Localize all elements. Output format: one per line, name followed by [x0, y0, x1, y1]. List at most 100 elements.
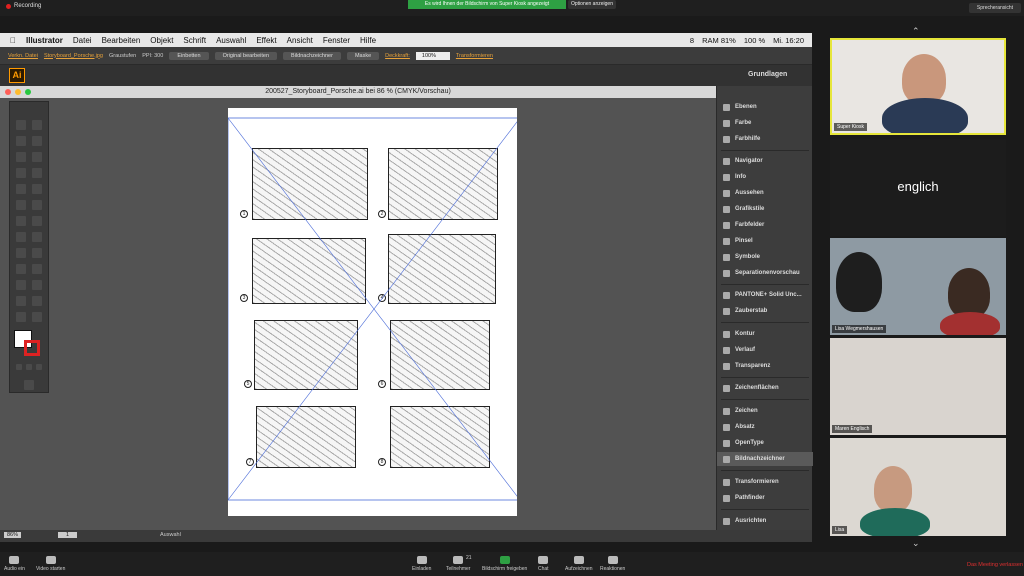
- video-button[interactable]: Video starten: [36, 556, 65, 572]
- panel-layers[interactable]: Ebenen: [717, 100, 813, 114]
- selection-tool-icon[interactable]: [16, 120, 26, 130]
- image-trace-button[interactable]: Bildnachzeichner: [283, 51, 341, 60]
- artboard[interactable]: 1 2 3 4 5 6 7 8: [228, 108, 517, 516]
- audio-button[interactable]: Audio ein: [4, 556, 25, 572]
- rectangle-tool-icon[interactable]: [32, 168, 42, 178]
- share-screen-button[interactable]: Bildschirm freigeben: [482, 556, 527, 572]
- panel-color[interactable]: Farbe: [717, 116, 813, 130]
- panel-transparency[interactable]: Transparenz: [717, 359, 813, 373]
- width-tool-icon[interactable]: [16, 216, 26, 226]
- screen-mode-icon[interactable]: [24, 380, 34, 390]
- panel-character[interactable]: Zeichen: [717, 404, 813, 418]
- scroll-up-chevron-icon[interactable]: ⌃: [912, 26, 920, 37]
- paintbrush-tool-icon[interactable]: [16, 184, 26, 194]
- hand-tool-icon[interactable]: [16, 312, 26, 322]
- shape-builder-tool-icon[interactable]: [16, 232, 26, 242]
- opacity-input[interactable]: 100%: [415, 51, 450, 60]
- gradient-mode-icon[interactable]: [26, 364, 32, 370]
- free-transform-tool-icon[interactable]: [32, 216, 42, 226]
- reactions-button[interactable]: Reaktionen: [600, 556, 625, 572]
- invite-button[interactable]: Einladen: [412, 556, 431, 572]
- participant-tile[interactable]: englich: [830, 139, 1006, 236]
- close-window-icon[interactable]: [5, 89, 11, 95]
- document-tab[interactable]: 200527_Storyboard_Porsche.ai bei 86 % (C…: [0, 86, 716, 98]
- panel-brushes[interactable]: Pinsel: [717, 234, 813, 248]
- panel-pantone[interactable]: PANTONE+ Solid Unc...: [717, 288, 813, 302]
- status-battery[interactable]: 100 %: [744, 36, 765, 45]
- menu-bearbeiten[interactable]: Bearbeiten: [102, 36, 141, 45]
- menu-schrift[interactable]: Schrift: [183, 36, 206, 45]
- scroll-down-chevron-icon[interactable]: ⌄: [912, 538, 920, 549]
- panel-paragraph[interactable]: Absatz: [717, 420, 813, 434]
- none-mode-icon[interactable]: [36, 364, 42, 370]
- panel-symbols[interactable]: Symbole: [717, 250, 813, 264]
- panel-magic-wand[interactable]: Zauberstab: [717, 304, 813, 318]
- panel-separations[interactable]: Separationenvorschau: [717, 266, 813, 280]
- panel-artboards[interactable]: Zeichenflächen: [717, 381, 813, 395]
- panel-opentype[interactable]: OpenType: [717, 436, 813, 450]
- minimize-window-icon[interactable]: [15, 89, 21, 95]
- zoom-level-select[interactable]: 86%: [4, 532, 22, 538]
- mask-button[interactable]: Maske: [346, 51, 380, 60]
- view-options-button[interactable]: Optionen anzeigen: [568, 0, 616, 9]
- eyedropper-tool-icon[interactable]: [16, 264, 26, 274]
- menu-objekt[interactable]: Objekt: [150, 36, 173, 45]
- participant-tile[interactable]: Super Kiosk: [830, 38, 1006, 135]
- stroke-swatch[interactable]: [24, 340, 40, 356]
- canvas-area[interactable]: 1 2 3 4 5 6 7 8: [0, 98, 716, 530]
- panel-navigator[interactable]: Navigator: [717, 154, 813, 168]
- perspective-tool-icon[interactable]: [32, 232, 42, 242]
- panel-graphic-styles[interactable]: Grafikstile: [717, 202, 813, 216]
- linked-file-link[interactable]: Verkn. Datei: [8, 53, 38, 59]
- apple-icon[interactable]: : [10, 36, 16, 45]
- menu-ansicht[interactable]: Ansicht: [287, 36, 313, 45]
- participant-tile[interactable]: Lisa Wegmershausen: [830, 238, 1006, 335]
- panel-stroke[interactable]: Kontur: [717, 327, 813, 341]
- embed-button[interactable]: Einbetten: [169, 51, 209, 60]
- mesh-tool-icon[interactable]: [16, 248, 26, 258]
- artboard-number-input[interactable]: 1: [58, 532, 78, 538]
- magic-wand-tool-icon[interactable]: [16, 136, 26, 146]
- status-ram[interactable]: RAM 81%: [702, 36, 736, 45]
- selection-bounding-box[interactable]: [228, 108, 517, 516]
- artboard-tool-icon[interactable]: [16, 296, 26, 306]
- pen-tool-icon[interactable]: [16, 152, 26, 162]
- direct-selection-tool-icon[interactable]: [32, 120, 42, 130]
- chat-button[interactable]: Chat: [538, 556, 549, 572]
- eraser-tool-icon[interactable]: [16, 200, 26, 210]
- symbol-sprayer-tool-icon[interactable]: [16, 280, 26, 290]
- menu-fenster[interactable]: Fenster: [323, 36, 350, 45]
- status-clock[interactable]: Mi. 16:20: [773, 36, 804, 45]
- panel-image-trace[interactable]: Bildnachzeichner: [717, 452, 813, 466]
- record-button[interactable]: Aufzeichnen: [565, 556, 593, 572]
- panel-info[interactable]: Info: [717, 170, 813, 184]
- menu-datei[interactable]: Datei: [73, 36, 92, 45]
- edit-original-button[interactable]: Original bearbeiten: [214, 51, 278, 60]
- app-menu[interactable]: Illustrator: [26, 36, 63, 45]
- lasso-tool-icon[interactable]: [32, 136, 42, 146]
- panel-appearance[interactable]: Aussehen: [717, 186, 813, 200]
- zoom-tool-icon[interactable]: [32, 312, 42, 322]
- blend-tool-icon[interactable]: [32, 264, 42, 274]
- status-adobe[interactable]: 8: [690, 36, 694, 45]
- leave-meeting-button[interactable]: Das Meeting verlassen: [967, 562, 1023, 568]
- panel-pathfinder[interactable]: Pathfinder: [717, 491, 813, 505]
- rotate-tool-icon[interactable]: [32, 200, 42, 210]
- slice-tool-icon[interactable]: [32, 296, 42, 306]
- panel-transform[interactable]: Transformieren: [717, 475, 813, 489]
- type-tool-icon[interactable]: [32, 152, 42, 162]
- panel-color-guide[interactable]: Farbhilfe: [717, 132, 813, 146]
- file-name-link[interactable]: Storyboard_Porsche.jpg: [44, 53, 103, 59]
- color-mode-icon[interactable]: [16, 364, 22, 370]
- panel-swatches[interactable]: Farbfelder: [717, 218, 813, 232]
- participant-tile[interactable]: Maren Englisch: [830, 338, 1006, 435]
- opacity-label[interactable]: Deckkraft:: [385, 53, 410, 59]
- graph-tool-icon[interactable]: [32, 280, 42, 290]
- speaker-view-button[interactable]: Sprecheransicht: [969, 3, 1021, 13]
- line-tool-icon[interactable]: [16, 168, 26, 178]
- gradient-tool-icon[interactable]: [32, 248, 42, 258]
- menu-auswahl[interactable]: Auswahl: [216, 36, 246, 45]
- maximize-window-icon[interactable]: [25, 89, 31, 95]
- pencil-tool-icon[interactable]: [32, 184, 42, 194]
- menu-effekt[interactable]: Effekt: [256, 36, 276, 45]
